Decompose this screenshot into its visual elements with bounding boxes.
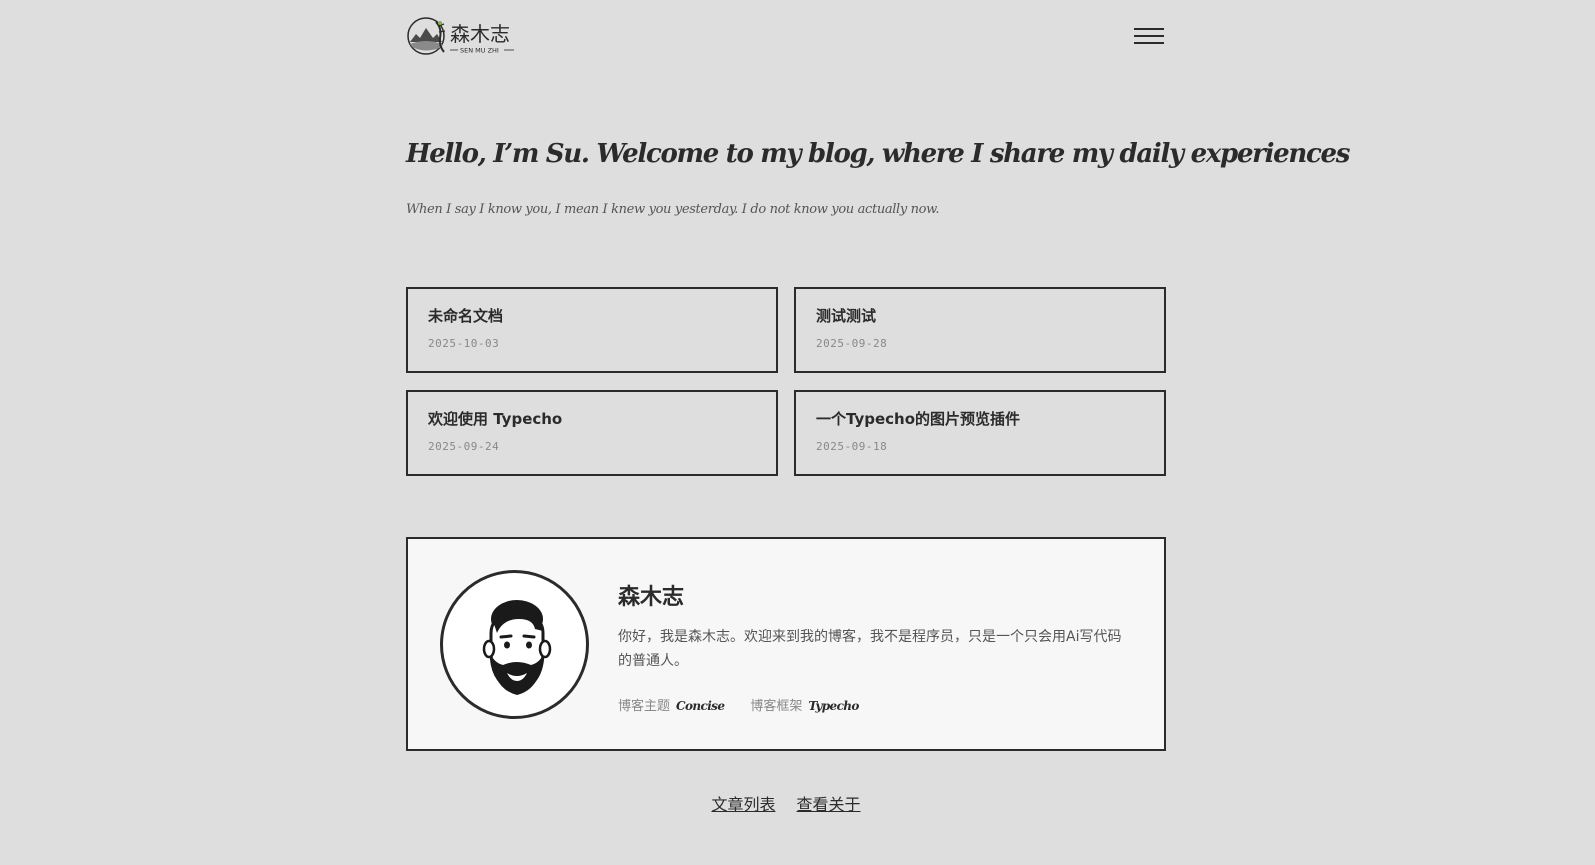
post-date: 2025-09-28 [816,337,888,350]
page: 森木志 SEN MU ZHI Hello, I’m Su. Welcome to… [406,0,1350,865]
logo-mark-icon [407,17,446,55]
blog-meta: 博客主题 Concise 博客框架 Typecho [618,695,859,714]
author-bio: 你好，我是森木志。欢迎来到我的博客，我不是程序员，只是一个只会用Ai写代码的普通… [618,629,1122,669]
author-profile-card: 森木志 你好，我是森木志。欢迎来到我的博客，我不是程序员，只是一个只会用Ai写代… [406,537,1166,751]
bearded-man-avatar-icon [482,600,552,695]
framework-label: 博客框架 [750,699,803,714]
post-title[interactable]: 欢迎使用 Typecho [428,408,756,429]
about-link[interactable]: 查看关于 [797,795,861,814]
author-name: 森木志 [618,585,685,610]
post-title[interactable]: 一个Typecho的图片预览插件 [816,408,1144,429]
framework-link[interactable]: Typecho [808,699,859,713]
post-title[interactable]: 测试测试 [816,305,1144,326]
hero-title: Hello, I’m Su. Welcome to my blog, where… [406,139,1350,169]
theme-link[interactable]: Concise [676,699,725,713]
theme-label: 博客主题 [618,699,671,714]
post-date: 2025-09-24 [428,440,500,453]
footer-links: 文章列表 查看关于 [406,791,1166,815]
logo-main-text: 森木志 [450,22,510,46]
site-logo[interactable]: 森木志 SEN MU ZHI [406,14,526,58]
avatar [440,570,589,719]
site-header: 森木志 SEN MU ZHI [406,14,1166,58]
post-card[interactable]: 未命名文档 2025-10-03 [406,287,778,373]
post-date: 2025-09-18 [816,440,888,453]
post-card[interactable]: 测试测试 2025-09-28 [794,287,1166,373]
hamburger-menu-icon [1134,28,1164,30]
post-card[interactable]: 一个Typecho的图片预览插件 2025-09-18 [794,390,1166,476]
post-title[interactable]: 未命名文档 [428,305,756,326]
logo-sub-text: SEN MU ZHI [460,47,499,55]
menu-button[interactable] [1134,26,1166,48]
hero-subtitle: When I say I know you, I mean I knew you… [406,202,940,217]
post-date: 2025-10-03 [428,337,500,350]
articles-list-link[interactable]: 文章列表 [711,795,775,814]
post-card[interactable]: 欢迎使用 Typecho 2025-09-24 [406,390,778,476]
